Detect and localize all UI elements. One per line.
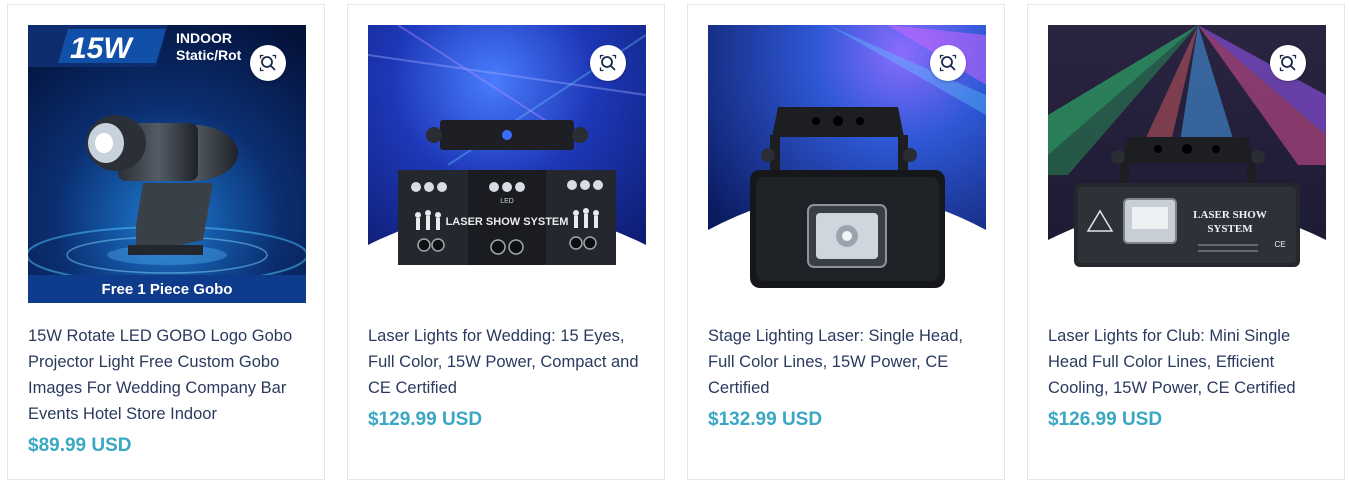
product-image[interactable] <box>708 25 986 303</box>
product-title[interactable]: Stage Lighting Laser: Single Head, Full … <box>708 323 988 401</box>
panel-line2: SYSTEM <box>1207 223 1253 235</box>
product-card[interactable]: Stage Lighting Laser: Single Head, Full … <box>687 4 1005 480</box>
panel-text: LASER SHOW SYSTEM <box>446 216 569 228</box>
image-tag-line2: Static/Rot <box>176 47 242 63</box>
zoom-search-icon <box>1279 54 1297 72</box>
product-price: $132.99 USD <box>708 409 823 430</box>
image-tag-line1: INDOOR <box>176 30 232 46</box>
product-card[interactable]: 15W INDOOR Static/Rot Free 1 Piece Gobo <box>7 4 325 480</box>
zoom-button[interactable] <box>590 45 626 81</box>
zoom-button[interactable] <box>1270 45 1306 81</box>
zoom-search-icon <box>939 54 957 72</box>
zoom-button[interactable] <box>250 45 286 81</box>
zoom-button[interactable] <box>930 45 966 81</box>
product-title[interactable]: Laser Lights for Wedding: 15 Eyes, Full … <box>368 323 648 401</box>
product-card[interactable]: LASER SHOW SYSTEM CE Laser Lights for Cl… <box>1027 4 1345 480</box>
product-image[interactable]: LASER SHOW SYSTEM CE <box>1048 25 1326 303</box>
product-price: $126.99 USD <box>1048 409 1163 430</box>
product-card[interactable]: LED LASER SHOW SYSTEM Laser Lights for W… <box>347 4 665 480</box>
product-price: $129.99 USD <box>368 409 483 430</box>
panel-line1: LASER SHOW <box>1193 209 1267 221</box>
product-image[interactable]: LED LASER SHOW SYSTEM <box>368 25 646 303</box>
product-title[interactable]: 15W Rotate LED GOBO Logo Gobo Projector … <box>28 323 308 427</box>
product-price: $89.99 USD <box>28 435 132 456</box>
image-footer-text: Free 1 Piece Gobo <box>102 281 233 298</box>
ce-mark: CE <box>1274 240 1285 249</box>
image-badge-text: 15W <box>70 32 134 65</box>
product-title[interactable]: Laser Lights for Club: Mini Single Head … <box>1048 323 1328 401</box>
zoom-search-icon <box>259 54 277 72</box>
product-grid: 15W INDOOR Static/Rot Free 1 Piece Gobo <box>0 0 1350 487</box>
product-image[interactable]: 15W INDOOR Static/Rot Free 1 Piece Gobo <box>28 25 306 303</box>
led-label: LED <box>500 198 514 205</box>
zoom-search-icon <box>599 54 617 72</box>
